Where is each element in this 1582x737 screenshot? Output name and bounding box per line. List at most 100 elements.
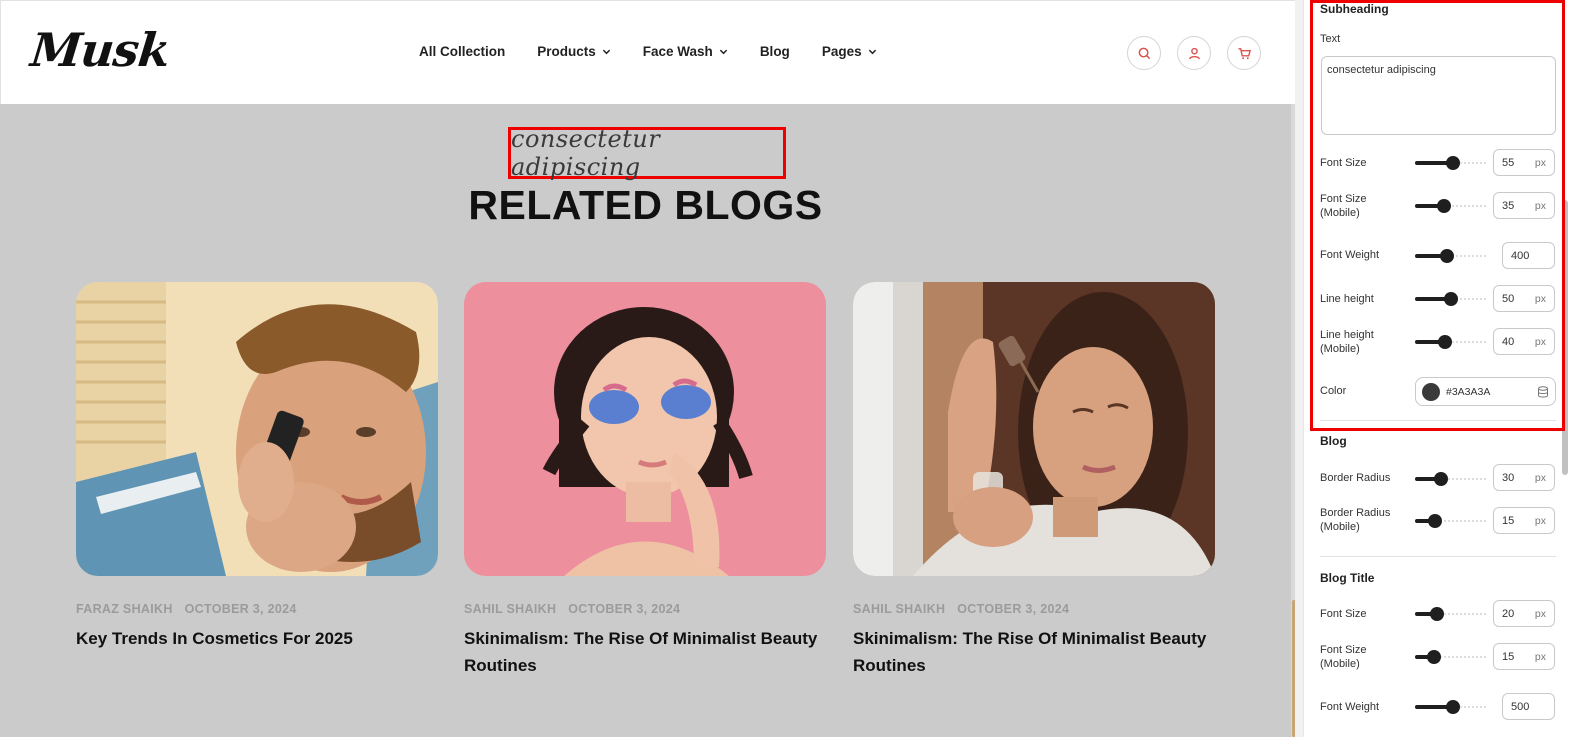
blog-date: OCTOBER 3, 2024: [568, 602, 681, 616]
nav-label: Face Wash: [642, 44, 713, 59]
search-button[interactable]: [1127, 36, 1161, 70]
line-height-slider[interactable]: [1415, 292, 1486, 306]
font-size-mobile-slider[interactable]: [1415, 199, 1486, 213]
blog-section-title: Blog: [1320, 434, 1347, 448]
account-button[interactable]: [1177, 36, 1211, 70]
blog-title-font-size-mobile-input[interactable]: 15 px: [1493, 643, 1555, 670]
user-icon: [1188, 47, 1200, 59]
chevron-down-icon: [868, 49, 876, 55]
line-height-value: 50: [1502, 292, 1515, 305]
subheading-highlight[interactable]: consectetur adipiscing: [508, 125, 786, 181]
blog-meta: SAHIL SHAIKH OCTOBER 3, 2024: [464, 602, 826, 616]
cart-icon: [1237, 47, 1251, 59]
blog-date: OCTOBER 3, 2024: [957, 602, 1070, 616]
subheading-text-input[interactable]: consectetur adipiscing: [1321, 56, 1556, 135]
blog-title-font-weight-slider[interactable]: [1415, 700, 1486, 714]
cart-button[interactable]: [1227, 36, 1261, 70]
unit-px: px: [1534, 335, 1546, 348]
database-icon[interactable]: [1537, 385, 1549, 398]
slider-thumb[interactable]: [1438, 335, 1452, 349]
label-line: Font Size: [1320, 193, 1367, 205]
nav-all-collection[interactable]: All Collection: [419, 44, 505, 59]
border-radius-label: Border Radius: [1320, 472, 1391, 484]
blog-card[interactable]: SAHIL SHAIKH OCTOBER 3, 2024 Skinimalism…: [464, 282, 826, 679]
border-radius-value: 30: [1502, 471, 1515, 484]
blog-author: SAHIL SHAIKH: [464, 602, 557, 616]
border-radius-mobile-label: Border Radius (Mobile): [1320, 506, 1390, 534]
line-height-input[interactable]: 50 px: [1493, 285, 1555, 312]
color-picker[interactable]: #3A3A3A: [1415, 377, 1556, 406]
slider-thumb[interactable]: [1437, 199, 1451, 213]
blog-title-font-size-mobile-slider[interactable]: [1415, 650, 1486, 664]
font-weight-input[interactable]: 400: [1502, 242, 1555, 269]
store-header: Musk All Collection Products Face Wash B…: [0, 0, 1295, 104]
nav-face-wash[interactable]: Face Wash: [643, 44, 728, 59]
woman-serum-image: [853, 282, 1215, 576]
blog-author: FARAZ SHAIKH: [76, 602, 173, 616]
slider-thumb[interactable]: [1444, 292, 1458, 306]
line-height-mobile-slider[interactable]: [1415, 335, 1486, 349]
slider-thumb[interactable]: [1430, 607, 1444, 621]
chevron-down-icon: [602, 49, 610, 55]
blog-title-font-size-input[interactable]: 20 px: [1493, 600, 1555, 627]
blog-card[interactable]: FARAZ SHAIKH OCTOBER 3, 2024 Key Trends …: [76, 282, 438, 652]
font-size-slider[interactable]: [1415, 156, 1486, 170]
panel-scrollbar-thumb[interactable]: [1562, 200, 1568, 475]
unit-px: px: [1534, 471, 1546, 484]
nav-blog[interactable]: Blog: [760, 44, 790, 59]
color-swatch[interactable]: [1422, 382, 1440, 401]
slider-thumb[interactable]: [1428, 514, 1442, 528]
blog-image-serum[interactable]: [853, 282, 1215, 576]
font-size-mobile-input[interactable]: 35 px: [1493, 192, 1555, 219]
unit-px: px: [1534, 292, 1546, 305]
label-line: Line height: [1320, 329, 1374, 341]
color-hex-value: #3A3A3A: [1446, 385, 1491, 398]
font-weight-slider[interactable]: [1415, 249, 1486, 263]
border-radius-mobile-slider[interactable]: [1415, 514, 1486, 528]
blog-title-font-weight-label: Font Weight: [1320, 701, 1380, 713]
font-size-label: Font Size: [1320, 157, 1367, 169]
section-subheading: consectetur adipiscing: [511, 125, 661, 181]
search-icon: [1138, 47, 1150, 59]
nav-products[interactable]: Products: [537, 44, 611, 59]
border-radius-slider[interactable]: [1415, 472, 1486, 486]
label-line: Font Size: [1320, 644, 1367, 656]
font-weight-value: 400: [1511, 249, 1530, 262]
slider-thumb[interactable]: [1434, 472, 1448, 486]
slider-thumb[interactable]: [1440, 249, 1454, 263]
nav-label: Blog: [759, 44, 790, 59]
blog-title[interactable]: Skinimalism: The Rise Of Minimalist Beau…: [464, 625, 826, 679]
font-weight-label: Font Weight: [1320, 249, 1380, 261]
slider-thumb[interactable]: [1427, 650, 1441, 664]
nav-label: All Collection: [419, 44, 506, 59]
line-height-mobile-label: Line height (Mobile): [1320, 328, 1374, 356]
border-radius-mobile-input[interactable]: 15 px: [1493, 507, 1555, 534]
label-line: (Mobile): [1320, 343, 1360, 355]
font-size-input[interactable]: 55 px: [1493, 149, 1555, 176]
man-shaving-image: [76, 282, 438, 576]
blog-title-font-size-value: 20: [1502, 607, 1515, 620]
panel-gutter: [1295, 0, 1303, 737]
label-line: Border Radius: [1320, 507, 1391, 519]
line-height-mobile-input[interactable]: 40 px: [1493, 328, 1555, 355]
blog-card[interactable]: SAHIL SHAIKH OCTOBER 3, 2024 Skinimalism…: [853, 282, 1215, 679]
nav-pages[interactable]: Pages: [822, 44, 877, 59]
blog-title[interactable]: Skinimalism: The Rise Of Minimalist Beau…: [853, 625, 1215, 679]
slider-thumb[interactable]: [1446, 700, 1460, 714]
nav-label: Pages: [821, 44, 862, 59]
blog-image-eye-patches[interactable]: [464, 282, 826, 576]
nav-label: Products: [537, 44, 596, 59]
blog-title-font-size-slider[interactable]: [1415, 607, 1486, 621]
section-title: RELATED BLOGS: [468, 182, 823, 228]
blog-title[interactable]: Key Trends In Cosmetics For 2025: [76, 625, 438, 652]
main-nav: All Collection Products Face Wash Blog P…: [419, 44, 909, 59]
border-radius-input[interactable]: 30 px: [1493, 464, 1555, 491]
section-divider: [1320, 420, 1556, 421]
blog-title-font-weight-input[interactable]: 500: [1502, 693, 1555, 720]
slider-thumb[interactable]: [1446, 156, 1460, 170]
blog-image-man-shaving[interactable]: [76, 282, 438, 576]
unit-px: px: [1534, 650, 1546, 663]
unit-px: px: [1534, 514, 1546, 527]
store-logo[interactable]: Musk: [28, 23, 172, 77]
blog-title-font-size-mobile-label: Font Size (Mobile): [1320, 643, 1366, 671]
